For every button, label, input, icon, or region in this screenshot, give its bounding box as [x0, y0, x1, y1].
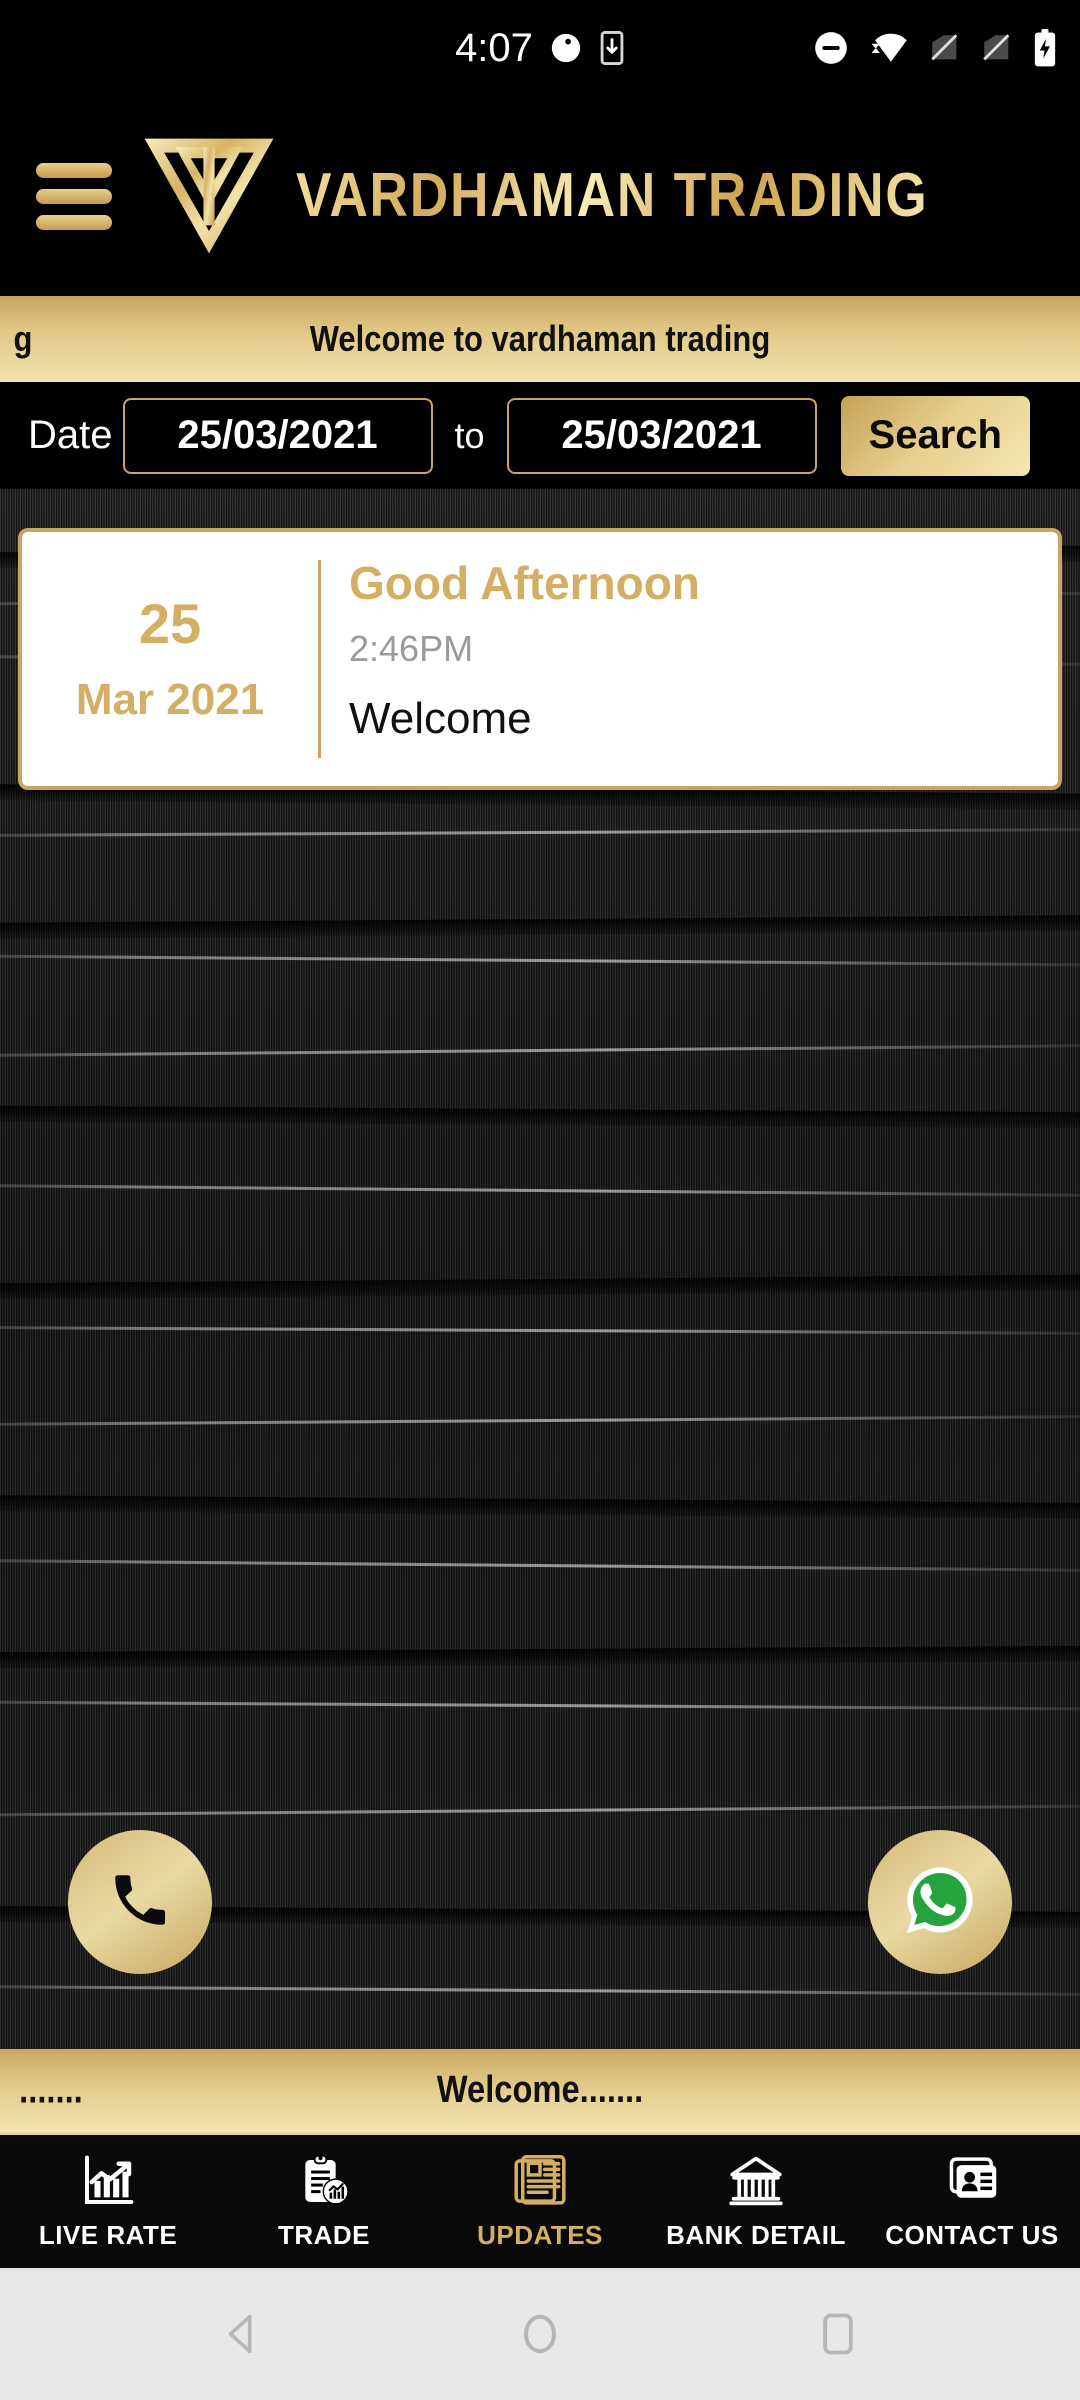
moon-partial-icon	[549, 31, 583, 65]
message-body-block: Good Afternoon 2:46PM Welcome	[321, 532, 1058, 786]
call-fab[interactable]	[68, 1830, 212, 1974]
date-label: Date	[28, 413, 113, 457]
top-marquee-text: Welcome to vardhaman trading	[309, 318, 771, 359]
nav-label-bank-detail: BANK DETAIL	[666, 2220, 846, 2250]
bottom-marquee-text: Welcome.......	[436, 2069, 644, 2111]
nav-label-updates: UPDATES	[477, 2220, 603, 2250]
page-title: VARDHAMAN TRADING	[296, 161, 929, 230]
date-to-label: to	[454, 414, 485, 456]
app-header: VARDHAMAN TRADING	[0, 96, 1080, 296]
phone-icon	[107, 1867, 173, 1938]
nav-item-trade[interactable]: TRADE	[216, 2135, 432, 2268]
do-not-disturb-icon	[812, 29, 850, 67]
top-marquee-tail: g	[13, 318, 33, 359]
nav-item-live-rate[interactable]: LIVE RATE	[0, 2135, 216, 2268]
hamburger-bar	[36, 214, 112, 230]
phone-download-icon	[599, 31, 625, 65]
content-area: 25 Mar 2021 Good Afternoon 2:46PM Welcom…	[0, 489, 1080, 2084]
contact-card-icon	[944, 2152, 1000, 2210]
bottom-navigation: LIVE RATE TRADE UPDATES BANK DETAIL CONT…	[0, 2132, 1080, 2268]
back-triangle-icon[interactable]	[200, 2292, 284, 2376]
message-day: 25	[138, 592, 202, 655]
status-clock: 4:07	[455, 25, 533, 70]
bottom-marquee-tail: .......	[19, 2069, 83, 2111]
message-time: 2:46PM	[349, 627, 474, 669]
newspaper-icon	[512, 2152, 568, 2210]
nav-label-contact-us: CONTACT US	[885, 2220, 1059, 2250]
nav-label-trade: TRADE	[277, 2220, 371, 2250]
bank-building-icon	[727, 2152, 785, 2210]
date-from-input[interactable]: 25/03/2021	[122, 397, 433, 474]
date-search-bar: Date 25/03/2021 to 25/03/2021 Search	[0, 382, 1080, 489]
bottom-marquee-banner: ....... Welcome.......	[0, 2049, 1080, 2132]
wifi-icon	[868, 31, 910, 65]
nav-item-updates[interactable]: UPDATES	[432, 2135, 648, 2268]
clipboard-chart-icon	[296, 2152, 352, 2210]
app-root: 4:07 VARDHAMAN TRADING g Welcome to vard…	[0, 0, 1080, 2400]
nav-item-bank-detail[interactable]: BANK DETAIL	[648, 2135, 864, 2268]
bar-chart-arrow-icon	[79, 2152, 137, 2210]
status-bar: 4:07	[0, 0, 1080, 96]
top-marquee-banner: g Welcome to vardhaman trading	[0, 296, 1080, 382]
hamburger-bar	[36, 162, 112, 178]
android-system-nav	[0, 2268, 1080, 2400]
hamburger-menu-icon[interactable]	[36, 162, 112, 230]
whatsapp-fab[interactable]	[868, 1830, 1012, 1974]
message-text: Welcome	[349, 693, 532, 743]
search-button[interactable]: Search	[840, 395, 1030, 476]
recents-square-icon[interactable]	[796, 2292, 880, 2376]
whatsapp-icon	[901, 1861, 979, 1944]
message-greeting: Good Afternoon	[349, 557, 700, 609]
no-sim-1-icon	[928, 31, 962, 65]
status-bar-right	[812, 29, 1058, 67]
hamburger-bar	[36, 188, 112, 204]
date-to-input[interactable]: 25/03/2021	[506, 397, 817, 474]
message-card[interactable]: 25 Mar 2021 Good Afternoon 2:46PM Welcom…	[18, 528, 1062, 790]
nav-label-live-rate: LIVE RATE	[38, 2220, 178, 2250]
battery-charging-icon	[1032, 29, 1058, 67]
message-date-block: 25 Mar 2021	[22, 532, 318, 786]
vardhaman-v-logo	[138, 133, 280, 259]
message-month-year: Mar 2021	[75, 675, 265, 724]
no-sim-2-icon	[980, 31, 1014, 65]
home-circle-icon[interactable]	[498, 2292, 582, 2376]
nav-item-contact-us[interactable]: CONTACT US	[864, 2135, 1080, 2268]
